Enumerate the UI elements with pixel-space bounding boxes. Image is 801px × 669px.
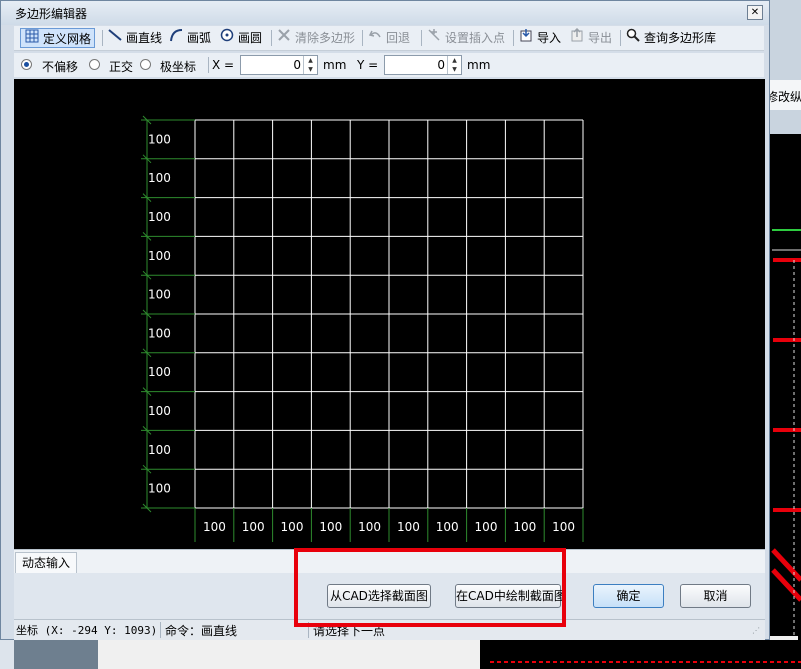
row-dimension-label: 100	[148, 132, 171, 146]
row-dimension-label: 100	[148, 171, 171, 185]
grid-icon	[24, 29, 40, 49]
drawing-canvas[interactable]: 100 100 100 100 100 100 100 100 100 100 100 100 100 1…	[14, 79, 765, 549]
column-dimension-label: 100	[436, 520, 459, 534]
column-dimension-label: 100	[397, 520, 420, 534]
options-bar: 不偏移 正交 极坐标 X = 0 ▲ ▼ mm Y = 0 ▲ ▼ mm	[14, 53, 764, 77]
draw-line-button[interactable]: 画直线	[107, 28, 162, 48]
title-bar: 多边形编辑器 ✕	[1, 1, 769, 25]
x-label: X =	[212, 58, 235, 72]
y-unit: mm	[467, 58, 491, 72]
row-dimension-label: 100	[148, 404, 171, 418]
column-dimension-label: 100	[319, 520, 342, 534]
close-icon: ✕	[750, 7, 760, 18]
column-dimension-label: 100	[513, 520, 536, 534]
export-label: 导出	[588, 31, 613, 45]
dynamic-input-tab[interactable]: 动态输入	[15, 552, 78, 573]
toolbar-separator	[620, 30, 621, 46]
toolbar-separator	[421, 30, 422, 46]
set-insert-point-label: 设置插入点	[445, 31, 506, 45]
x-input[interactable]: 0 ▲ ▼	[240, 55, 318, 75]
line-icon	[107, 28, 123, 48]
background-right-label: 修改纵	[766, 90, 801, 104]
polar-label: 极坐标	[160, 60, 197, 74]
search-icon	[625, 28, 641, 48]
row-dimension-label: 100	[148, 288, 171, 302]
no-offset-label: 不偏移	[42, 60, 79, 74]
column-dimension-label: 100	[242, 520, 265, 534]
circle-icon	[219, 28, 235, 48]
toolbar-separator	[513, 30, 514, 46]
arc-icon	[168, 28, 184, 48]
toolbar-separator	[362, 30, 363, 46]
no-offset-radio[interactable]	[21, 59, 32, 70]
y-spinner[interactable]: ▲ ▼	[447, 56, 461, 74]
undo-button[interactable]: 回退	[367, 28, 410, 48]
clear-x-icon	[276, 28, 292, 48]
draw-circle-button[interactable]: 画圆	[219, 28, 262, 48]
set-insert-point-button[interactable]: 设置插入点	[426, 28, 505, 48]
x-spinner[interactable]: ▲ ▼	[303, 56, 317, 74]
resize-grip-icon[interactable]: ⋰	[752, 626, 760, 635]
column-dimension-label: 100	[281, 520, 304, 534]
dynamic-input-label: 动态输入	[22, 556, 71, 570]
polygon-editor-dialog: 多边形编辑器 ✕ 定义网格 画直线 画弧 画圆 清除多边形 回退 设置插入点 导…	[0, 0, 770, 640]
status-command: 命令：画直线	[165, 624, 238, 638]
background-bottom-cad	[480, 640, 801, 669]
ortho-radio[interactable]	[89, 59, 100, 70]
row-dimension-label: 100	[148, 210, 171, 224]
insert-point-icon	[426, 28, 442, 48]
ortho-label: 正交	[109, 60, 134, 74]
draw-line-label: 画直线	[126, 31, 163, 45]
query-polygon-library-button[interactable]: 查询多边形库	[625, 28, 716, 48]
define-grid-button[interactable]: 定义网格	[20, 28, 96, 49]
column-dimension-label: 100	[203, 520, 226, 534]
status-separator	[160, 622, 161, 638]
polar-radio[interactable]	[140, 59, 151, 70]
draw-circle-label: 画圆	[238, 31, 263, 45]
import-icon	[518, 28, 534, 48]
import-label: 导入	[537, 31, 562, 45]
x-value: 0	[293, 58, 301, 72]
close-button[interactable]: ✕	[747, 5, 763, 20]
export-button[interactable]: 导出	[569, 27, 613, 48]
window-title: 多边形编辑器	[15, 7, 88, 21]
row-dimension-label: 100	[148, 365, 171, 379]
y-label: Y =	[357, 58, 379, 72]
x-unit: mm	[323, 58, 347, 72]
background-cad-view	[770, 134, 801, 669]
grid-drawing: 100 100 100 100 100 100 100 100 100 100 100 100 100 1…	[141, 115, 584, 542]
highlight-annotation-box	[294, 548, 566, 627]
ok-label: 确定	[616, 589, 641, 603]
export-icon	[569, 27, 585, 48]
row-dimension-label: 100	[148, 443, 171, 457]
y-value: 0	[437, 58, 445, 72]
options-separator	[208, 57, 209, 73]
row-dimension-label: 100	[148, 326, 171, 340]
row-dimension-label: 100	[148, 482, 171, 496]
toolbar-separator	[271, 30, 272, 46]
column-dimension-label: 100	[552, 520, 575, 534]
column-dimension-label: 100	[475, 520, 498, 534]
define-grid-label: 定义网格	[43, 32, 92, 46]
import-button[interactable]: 导入	[518, 28, 561, 48]
query-polygon-library-label: 查询多边形库	[644, 31, 717, 45]
ok-button[interactable]: 确定	[593, 584, 664, 608]
undo-icon	[367, 28, 383, 48]
toolbar: 定义网格 画直线 画弧 画圆 清除多边形 回退 设置插入点 导入 导出 查询多边…	[14, 26, 764, 51]
column-dimension-label: 100	[358, 520, 381, 534]
cancel-button[interactable]: 取消	[680, 584, 751, 608]
draw-arc-label: 画弧	[187, 31, 212, 45]
y-input[interactable]: 0 ▲ ▼	[384, 55, 462, 75]
draw-arc-button[interactable]: 画弧	[168, 28, 211, 48]
row-dimension-label: 100	[148, 249, 171, 263]
toolbar-separator	[102, 30, 103, 46]
cancel-label: 取消	[703, 589, 728, 603]
undo-label: 回退	[386, 31, 411, 45]
clear-polygon-label: 清除多边形	[295, 31, 356, 45]
clear-polygon-button[interactable]: 清除多边形	[276, 28, 355, 48]
status-coordinates: 坐标 (X: -294 Y: 1093)	[16, 624, 158, 637]
